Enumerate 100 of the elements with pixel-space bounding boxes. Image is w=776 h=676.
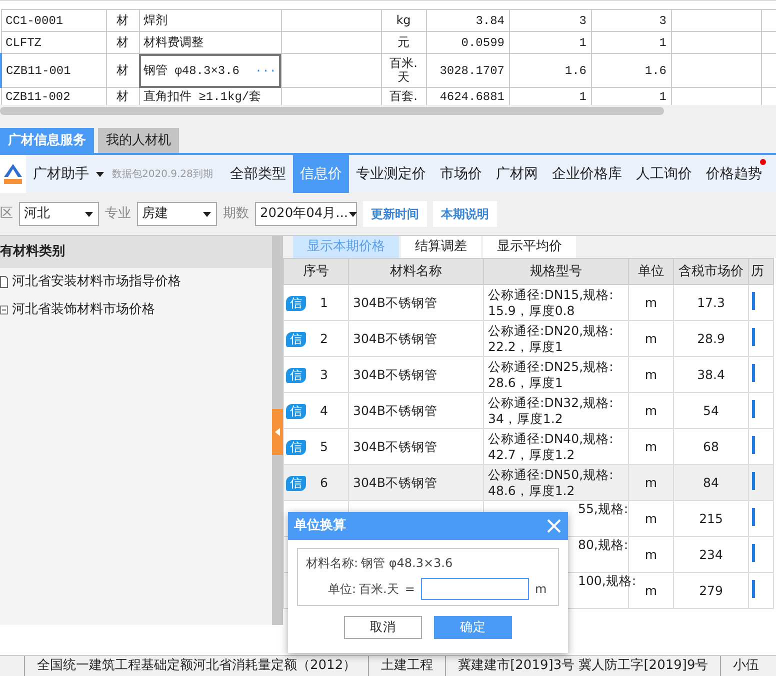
material-name: 304B不锈钢管: [348, 284, 484, 320]
material-name: 304B不锈钢管: [348, 320, 484, 356]
period-label: 期数: [223, 205, 249, 224]
view-tab[interactable]: 结算调差: [401, 236, 481, 258]
caret-icon: [202, 210, 212, 218]
more-button[interactable]: ···: [254, 62, 276, 80]
close-icon: [546, 518, 562, 534]
info-badge: 信: [286, 440, 306, 454]
equals-sign: =: [404, 581, 415, 598]
price-cell: 215: [674, 500, 748, 536]
type-cell: 材: [106, 32, 139, 54]
caret-icon: [84, 210, 94, 218]
nav-tab[interactable]: 全部类型: [222, 155, 293, 193]
history-button[interactable]: [752, 400, 755, 418]
price-cell: 84: [674, 464, 748, 500]
dialog-title: 单位换算: [294, 517, 346, 536]
price-cell: 38.4: [674, 356, 748, 392]
nav-tab[interactable]: 企业价格库: [544, 155, 629, 193]
brand-menu[interactable]: 广材助手: [26, 155, 112, 193]
spec-cell: 公称通径:DN25,规格: 28.6，厚度1: [484, 356, 628, 392]
tree-item[interactable]: 河北省安装材料市场指导价格: [0, 268, 272, 296]
material-label: 材料名称:: [306, 556, 358, 570]
nav-tab[interactable]: 专业测定价: [348, 155, 433, 193]
type-cell: 材: [106, 10, 139, 32]
unit-cell: m: [628, 284, 674, 320]
collapse-handle[interactable]: [272, 409, 283, 455]
info-badge: 信: [286, 476, 306, 490]
view-tab[interactable]: 显示平均价: [483, 236, 576, 258]
name-cell[interactable]: 钢管 φ48.3×3.6 ···: [139, 54, 281, 88]
unit-cell: m: [628, 500, 674, 536]
dropdown[interactable]: 2020年04月...: [255, 202, 357, 226]
code-cell: CC1-0001: [1, 10, 106, 32]
status-text: 全国统一建筑工程基础定额河北省消耗量定额（2012）: [24, 656, 368, 676]
tree-item[interactable]: 河北省装饰材料市场价格: [0, 296, 272, 324]
history-button[interactable]: [752, 580, 755, 598]
info-badge: 信: [286, 332, 306, 346]
filter-button[interactable]: 本期说明: [433, 201, 497, 227]
scrollbar-thumb[interactable]: [0, 107, 664, 115]
spec-cell: 公称通径:DN15,规格: 15.9，厚度0.8: [484, 284, 628, 320]
history-button[interactable]: [752, 472, 755, 490]
unit-label: 单位:: [328, 581, 356, 598]
unit-cell: m: [628, 320, 674, 356]
column-header: 含税市场价: [674, 258, 748, 284]
column-header: 材料名称: [348, 258, 484, 284]
name-cell: 焊剂: [139, 10, 281, 32]
history-button[interactable]: [752, 364, 755, 382]
column-header: 历: [748, 258, 774, 284]
info-badge: 信: [286, 296, 306, 310]
quantity-cell: 1.6: [591, 54, 671, 88]
panel-title: 有材料类别: [0, 243, 65, 262]
spec-cell: 公称通径:DN20,规格: 22.2，厚度1: [484, 320, 628, 356]
conversion-input[interactable]: [420, 578, 529, 600]
panel-tab[interactable]: 我的人材机: [98, 128, 179, 153]
row-number: 2: [320, 330, 328, 346]
history-button[interactable]: [752, 328, 755, 346]
price-cell: 279: [674, 572, 748, 608]
notification-dot: [760, 159, 766, 165]
price-cell: 0.0599: [426, 32, 509, 54]
price-cell: 3.84: [426, 10, 509, 32]
status-text: 土建工程: [368, 656, 446, 676]
code-cell: CZB11-001: [1, 54, 106, 88]
row-number: 5: [320, 438, 328, 454]
column-header: 规格型号: [484, 258, 628, 284]
history-button[interactable]: [752, 544, 755, 562]
row-number: 1: [320, 294, 328, 310]
spec-cell: 公称通径:DN32,规格: 34，厚度1.2: [484, 392, 628, 428]
unit-cell: m: [628, 536, 674, 572]
price-cell: 28.9: [674, 320, 748, 356]
material-name: 304B不锈钢管: [348, 392, 484, 428]
nav-tab[interactable]: 价格趋势: [698, 155, 769, 193]
history-button[interactable]: [752, 508, 755, 526]
unit-from: 百米.天: [359, 581, 399, 598]
dialog-button[interactable]: 取消: [344, 616, 422, 639]
nav-tab[interactable]: 广材网: [488, 155, 545, 193]
price-cell: 54: [674, 392, 748, 428]
history-button[interactable]: [752, 436, 755, 454]
filter-button[interactable]: 更新时间: [363, 201, 427, 227]
column-header: 序号: [284, 258, 348, 284]
dropdown[interactable]: 房建: [137, 202, 217, 226]
info-badge: 信: [286, 404, 306, 418]
code-cell: CLFTZ: [1, 32, 106, 54]
history-button[interactable]: [752, 292, 755, 310]
unit-cell: m: [628, 356, 674, 392]
specialty-label: 专业: [105, 205, 131, 224]
caret-icon: [348, 210, 358, 218]
nav-tab[interactable]: 市场价: [432, 155, 489, 193]
unit-cell: 百米.天: [381, 54, 426, 88]
name-cell: 材料费调整: [139, 32, 281, 54]
nav-tab[interactable]: 人工询价: [628, 155, 699, 193]
quantity-cell: 1: [591, 32, 671, 54]
dropdown[interactable]: 河北: [19, 202, 99, 226]
quantity-cell: 1.6: [509, 54, 591, 88]
triangle-icon: [275, 428, 280, 436]
status-text: 小伍: [720, 656, 772, 676]
caret-icon: [95, 170, 105, 178]
row-number: 3: [320, 366, 328, 382]
material-name: 304B不锈钢管: [348, 356, 484, 392]
close-button[interactable]: [546, 518, 562, 534]
expiry-text: 数据包2020.9.28到期: [112, 168, 213, 182]
quantity-cell: 3: [509, 10, 591, 32]
